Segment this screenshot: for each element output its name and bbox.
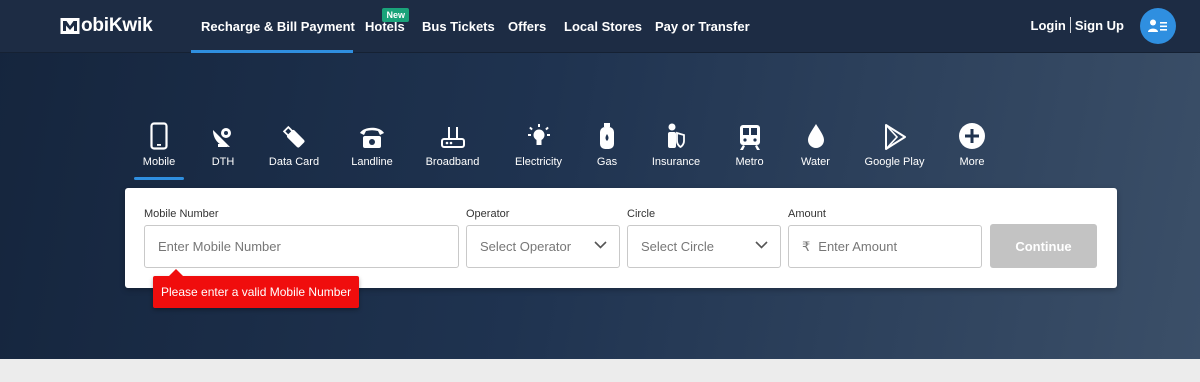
train-icon <box>738 120 762 150</box>
nav-label: Bus Tickets <box>422 19 495 34</box>
category-landline[interactable]: Landline <box>332 120 412 180</box>
nav-bus-tickets[interactable]: Bus Tickets <box>412 0 498 53</box>
circle-placeholder: Select Circle <box>641 239 714 254</box>
recharge-form: Mobile Number Enter Mobile Number Operat… <box>125 188 1117 288</box>
auth-links: Login Sign Up <box>1031 17 1124 33</box>
top-navbar: obiKwik Recharge & Bill Payment Hotels N… <box>0 0 1200 53</box>
category-electricity[interactable]: Electricity <box>493 120 584 180</box>
nav-local-stores[interactable]: Local Stores <box>554 0 645 53</box>
usb-data-card-icon <box>281 120 307 150</box>
insurance-icon <box>665 120 687 150</box>
amount-label: Amount <box>788 208 826 220</box>
mobile-error-tooltip: Please enter a valid Mobile Number <box>153 269 360 308</box>
water-drop-icon <box>805 120 827 150</box>
category-insurance[interactable]: Insurance <box>630 120 722 180</box>
user-menu-button[interactable] <box>1140 8 1176 44</box>
operator-select[interactable]: Select Operator <box>466 225 620 268</box>
category-water[interactable]: Water <box>777 120 854 180</box>
logo-text: obiKwik <box>81 15 153 36</box>
auth-divider <box>1069 17 1071 33</box>
category-label: Mobile <box>142 156 176 168</box>
mobikwik-logo[interactable]: obiKwik <box>60 14 153 38</box>
category-label: Google Play <box>864 156 925 168</box>
mobile-number-label: Mobile Number <box>144 208 219 220</box>
mobile-icon <box>150 120 168 150</box>
category-dth[interactable]: DTH <box>190 120 256 180</box>
nav-recharge-bill-payment[interactable]: Recharge & Bill Payment <box>191 0 355 53</box>
new-badge: New <box>382 8 409 22</box>
operator-label: Operator <box>466 208 510 220</box>
category-label: DTH <box>211 156 235 168</box>
circle-label: Circle <box>627 208 656 220</box>
nav-label: Pay or Transfer <box>655 19 750 34</box>
mobile-number-placeholder: Enter Mobile Number <box>158 239 281 254</box>
category-label: Insurance <box>651 156 701 168</box>
category-label: Electricity <box>514 156 563 168</box>
bulb-icon <box>526 120 552 150</box>
category-label: Broadband <box>425 156 480 168</box>
category-broadband[interactable]: Broadband <box>412 120 493 180</box>
user-menu-icon <box>1148 19 1167 32</box>
nav-label: Recharge & Bill Payment <box>201 19 355 34</box>
login-link[interactable]: Login <box>1031 18 1066 33</box>
play-store-icon <box>883 120 907 150</box>
service-categories: Mobile DTH Data Card Landline Broadband … <box>128 120 1009 180</box>
category-mobile[interactable]: Mobile <box>128 120 190 180</box>
category-label: Data Card <box>268 156 320 168</box>
signup-link[interactable]: Sign Up <box>1075 18 1124 33</box>
amount-input[interactable]: ₹ Enter Amount <box>788 225 982 268</box>
category-label: Water <box>801 156 830 168</box>
nav-hotels[interactable]: Hotels New <box>353 0 412 53</box>
router-icon <box>440 120 466 150</box>
operator-placeholder: Select Operator <box>480 239 572 254</box>
category-label: More <box>959 156 985 168</box>
logo-m-icon <box>60 18 80 34</box>
category-google-play[interactable]: Google Play <box>854 120 935 180</box>
chevron-down-icon <box>755 241 768 249</box>
category-metro[interactable]: Metro <box>722 120 777 180</box>
main-nav: Recharge & Bill Payment Hotels New Bus T… <box>191 0 755 53</box>
gas-cylinder-icon <box>598 120 616 150</box>
category-label: Metro <box>735 156 764 168</box>
nav-label: Local Stores <box>564 19 643 34</box>
chevron-down-icon <box>594 241 607 249</box>
plus-circle-icon <box>958 120 986 150</box>
category-label: Gas <box>596 156 618 168</box>
category-more[interactable]: More <box>935 120 1009 180</box>
nav-offers[interactable]: Offers <box>498 0 554 53</box>
circle-select[interactable]: Select Circle <box>627 225 781 268</box>
satellite-dish-icon <box>210 120 236 150</box>
category-label: Landline <box>351 156 393 168</box>
rupee-icon: ₹ <box>802 238 811 254</box>
category-gas[interactable]: Gas <box>584 120 630 180</box>
mobile-number-input[interactable]: Enter Mobile Number <box>144 225 459 268</box>
telephone-icon <box>358 120 386 150</box>
amount-placeholder: Enter Amount <box>818 239 898 254</box>
nav-label: Offers <box>508 19 547 34</box>
nav-pay-or-transfer[interactable]: Pay or Transfer <box>645 0 755 53</box>
continue-button[interactable]: Continue <box>990 224 1097 268</box>
category-data-card[interactable]: Data Card <box>256 120 332 180</box>
